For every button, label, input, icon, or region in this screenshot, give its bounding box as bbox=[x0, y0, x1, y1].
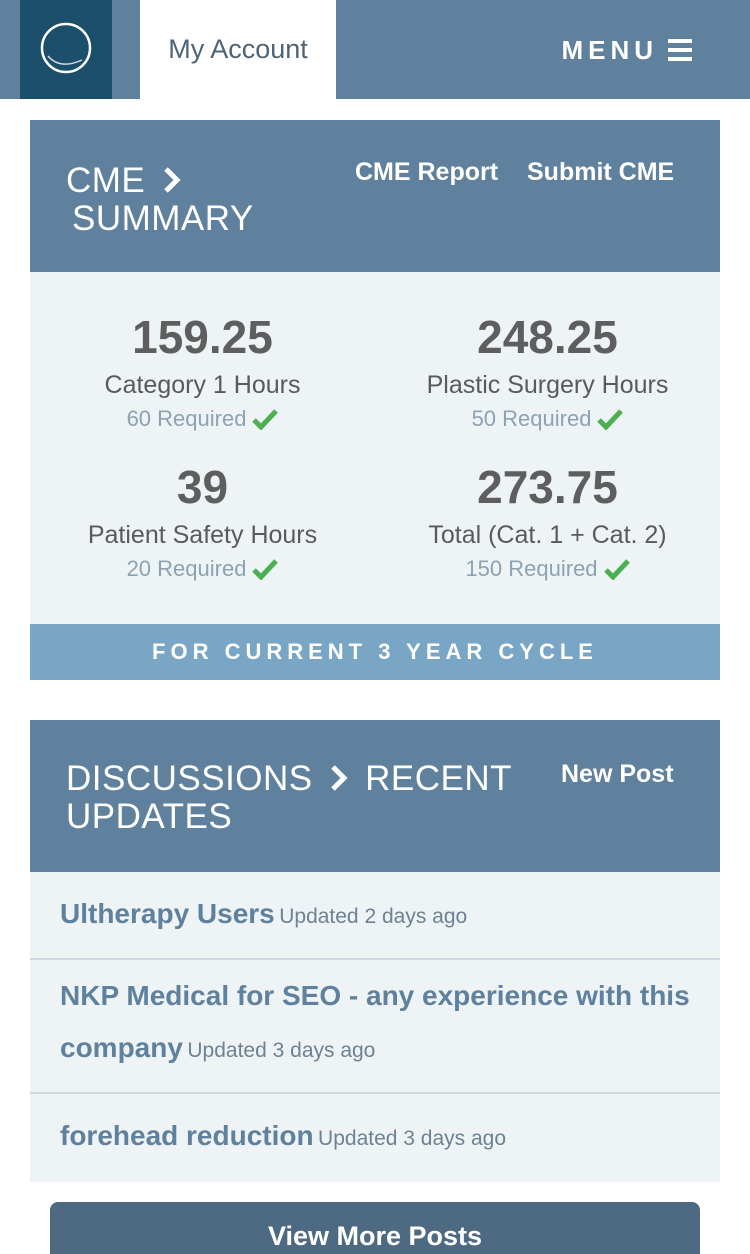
stat-value: 273.75 bbox=[477, 461, 618, 513]
stat-required: 60 Required bbox=[30, 406, 375, 432]
discussion-updated: Updated 3 days ago bbox=[187, 1039, 376, 1062]
list-item[interactable]: Ultherapy Users Updated 2 days ago bbox=[30, 872, 720, 960]
stat-plastic-surgery: 248.25 Plastic Surgery Hours 50 Required bbox=[375, 312, 720, 432]
view-more-posts-button[interactable]: View More Posts bbox=[50, 1202, 700, 1254]
cme-stats-panel: 159.25 Category 1 Hours 60 Required 248.… bbox=[30, 272, 720, 624]
stat-label: Total (Cat. 1 + Cat. 2) bbox=[428, 521, 667, 549]
logo-ring-icon bbox=[40, 22, 92, 74]
stat-required: 20 Required bbox=[30, 556, 375, 582]
stat-label: Patient Safety Hours bbox=[87, 521, 318, 549]
stat-required: 50 Required bbox=[375, 406, 720, 432]
cme-summary-title: CME SUMMARY bbox=[66, 161, 254, 238]
list-item[interactable]: forehead reduction Updated 3 days ago bbox=[30, 1094, 720, 1182]
stat-category1: 159.25 Category 1 Hours 60 Required bbox=[30, 312, 375, 432]
discussion-list: Ultherapy Users Updated 2 days ago NKP M… bbox=[30, 872, 720, 1182]
stat-total: 273.75 Total (Cat. 1 + Cat. 2) 150 Requi… bbox=[375, 462, 720, 582]
stat-value: 248.25 bbox=[477, 311, 618, 363]
menu-button[interactable]: MENU bbox=[561, 30, 692, 70]
discussion-title[interactable]: forehead reduction bbox=[60, 1120, 314, 1151]
new-post-link[interactable]: New Post bbox=[561, 760, 674, 789]
submit-cme-link[interactable]: Submit CME bbox=[527, 158, 674, 187]
logo[interactable] bbox=[20, 0, 112, 99]
stat-patient-safety: 39 Patient Safety Hours 20 Required bbox=[30, 462, 375, 582]
top-nav-bar: My Account MENU bbox=[0, 0, 750, 99]
stat-label: Category 1 Hours bbox=[104, 371, 301, 399]
list-item[interactable]: NKP Medical for SEO - any experience wit… bbox=[30, 960, 720, 1094]
discussion-updated: Updated 2 days ago bbox=[279, 905, 468, 928]
stat-label: Plastic Surgery Hours bbox=[426, 371, 669, 399]
checkmark-icon bbox=[252, 409, 279, 430]
menu-label: MENU bbox=[561, 34, 658, 65]
hamburger-icon bbox=[668, 39, 692, 61]
discussions-header: DISCUSSIONS RECENT UPDATES New Post bbox=[30, 720, 720, 872]
stat-value: 159.25 bbox=[132, 311, 273, 363]
chevron-right-icon bbox=[163, 167, 181, 193]
discussion-title[interactable]: Ultherapy Users bbox=[60, 898, 275, 929]
checkmark-icon bbox=[603, 559, 630, 580]
checkmark-icon bbox=[252, 559, 279, 580]
chevron-right-icon bbox=[331, 765, 348, 791]
discussion-updated: Updated 3 days ago bbox=[318, 1127, 507, 1150]
cycle-banner: FOR CURRENT 3 YEAR CYCLE bbox=[30, 624, 720, 680]
cme-report-link[interactable]: CME Report bbox=[355, 158, 498, 187]
my-account-tab[interactable]: My Account bbox=[140, 0, 336, 99]
stat-value: 39 bbox=[176, 461, 229, 513]
checkmark-icon bbox=[597, 409, 624, 430]
discussions-title: DISCUSSIONS RECENT UPDATES bbox=[66, 759, 513, 836]
stat-required: 150 Required bbox=[375, 556, 720, 582]
cme-summary-header: CME SUMMARY CME Report Submit CME bbox=[30, 120, 720, 272]
